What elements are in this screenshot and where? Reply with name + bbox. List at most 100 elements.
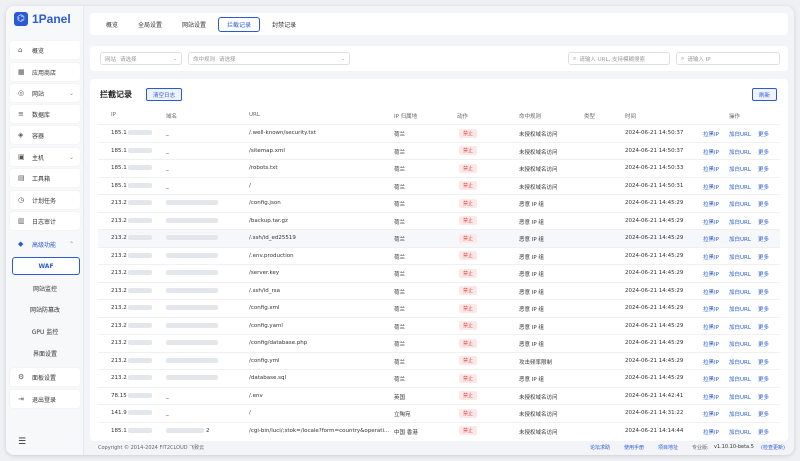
ban-ip-link[interactable]: 拉黑IP — [703, 200, 719, 208]
logo[interactable]: ⌬ 1Panel — [6, 6, 83, 32]
ban-ip-link[interactable]: 拉黑IP — [703, 393, 719, 401]
ban-ip-link[interactable]: 拉黑IP — [703, 288, 719, 296]
more-link[interactable]: 更多 — [758, 410, 769, 418]
sidebar-item-logout[interactable]: ⇥ 退出登录 — [10, 390, 80, 408]
tab-overview[interactable]: 概览 — [98, 17, 126, 32]
sidebar-item-host[interactable]: ▣ 主机 ⌄ — [10, 148, 80, 166]
sidebar-item-container[interactable]: ◈ 容器 — [10, 126, 80, 144]
whitelist-url-link[interactable]: 加白URL — [729, 340, 751, 348]
sidebar-subitem[interactable]: GPU 监控 — [10, 322, 80, 340]
project-link[interactable]: 项目地址 — [658, 444, 678, 451]
ban-ip-link[interactable]: 拉黑IP — [703, 410, 719, 418]
more-link[interactable]: 更多 — [758, 165, 769, 173]
sidebar-subitem[interactable]: 界面设置 — [10, 344, 80, 362]
site-select[interactable]: 网站 请选择 ⌄ — [100, 52, 182, 65]
sidebar-item-globe[interactable]: ◎ 网站 ⌄ — [10, 84, 80, 102]
forum-link[interactable]: 论坛求助 — [590, 444, 610, 451]
manual-link[interactable]: 使用手册 — [624, 444, 644, 451]
ban-ip-link[interactable]: 拉黑IP — [703, 253, 719, 261]
sidebar-item-settings[interactable]: ⚙ 面板设置 — [10, 368, 80, 386]
cell-rule: 未授权域名访问 — [519, 149, 558, 156]
whitelist-url-link[interactable]: 加白URL — [729, 358, 751, 366]
sidebar-subitem[interactable]: WAF — [12, 257, 80, 275]
whitelist-url-link[interactable]: 加白URL — [729, 375, 751, 383]
more-link[interactable]: 更多 — [758, 323, 769, 331]
chevron-icon: ⌄ — [68, 153, 74, 161]
more-link[interactable]: 更多 — [758, 340, 769, 348]
more-link[interactable]: 更多 — [758, 288, 769, 296]
ban-ip-link[interactable]: 拉黑IP — [703, 183, 719, 191]
table-row: 185.1 _ /.well-known/security.txt 荷兰 禁止 未授权域名… — [98, 124, 780, 142]
sidebar-item-log[interactable]: ▥ 日志审计 — [10, 212, 80, 230]
cell-rule: 恶意 IP 组 — [519, 324, 544, 331]
ban-ip-link[interactable]: 拉黑IP — [703, 305, 719, 313]
clear-log-button[interactable]: 清空日志 — [146, 88, 183, 101]
whitelist-url-link[interactable]: 加白URL — [729, 165, 751, 173]
sidebar-subitem[interactable]: 网站监控 — [10, 279, 80, 297]
version-text: v1.10.10-beta.5 — [714, 444, 754, 450]
chevron-down-icon: ⌄ — [172, 55, 177, 62]
whitelist-url-link[interactable]: 加白URL — [729, 288, 751, 296]
more-link[interactable]: 更多 — [758, 183, 769, 191]
more-link[interactable]: 更多 — [758, 218, 769, 226]
sidebar-item-home[interactable]: ⌂ 概览 — [10, 41, 80, 59]
more-link[interactable]: 更多 — [758, 358, 769, 366]
more-link[interactable]: 更多 — [758, 148, 769, 156]
ban-ip-link[interactable]: 拉黑IP — [703, 375, 719, 383]
whitelist-url-link[interactable]: 加白URL — [729, 130, 751, 138]
more-link[interactable]: 更多 — [758, 393, 769, 401]
col-ip: IP — [111, 112, 116, 118]
more-link[interactable]: 更多 — [758, 200, 769, 208]
whitelist-url-link[interactable]: 加白URL — [729, 218, 751, 226]
sidebar-item-schedule[interactable]: ◷ 计划任务 — [10, 191, 80, 209]
more-link[interactable]: 更多 — [758, 235, 769, 243]
more-link[interactable]: 更多 — [758, 130, 769, 138]
ban-ip-link[interactable]: 拉黑IP — [703, 428, 719, 436]
more-link[interactable]: 更多 — [758, 375, 769, 383]
ban-ip-link[interactable]: 拉黑IP — [703, 358, 719, 366]
whitelist-url-link[interactable]: 加白URL — [729, 270, 751, 278]
ban-ip-link[interactable]: 拉黑IP — [703, 148, 719, 156]
more-link[interactable]: 更多 — [758, 253, 769, 261]
sidebar-subitem[interactable]: 网站防篡改 — [10, 300, 80, 318]
whitelist-url-link[interactable]: 加白URL — [729, 200, 751, 208]
whitelist-url-link[interactable]: 加白URL — [729, 183, 751, 191]
check-update-link[interactable]: (检查更新) — [761, 444, 785, 451]
whitelist-url-link[interactable]: 加白URL — [729, 323, 751, 331]
cell-action-badge: 禁止 — [459, 251, 478, 260]
more-link[interactable]: 更多 — [758, 428, 769, 436]
ban-ip-link[interactable]: 拉黑IP — [703, 218, 719, 226]
tab-ban-log[interactable]: 封禁记录 — [264, 17, 304, 32]
ip-search-input[interactable]: ⌕ 请输入 IP — [676, 52, 780, 65]
url-search-input[interactable]: ⌕ 请输入 URL, 支持模糊搜索 — [568, 52, 670, 65]
ban-ip-link[interactable]: 拉黑IP — [703, 165, 719, 173]
sidebar-item-diamond[interactable]: ◆ 高级功能 ⌃ — [10, 235, 80, 253]
whitelist-url-link[interactable]: 加白URL — [729, 148, 751, 156]
cell-action-badge: 禁止 — [459, 181, 478, 190]
tab-global-settings[interactable]: 全局设置 — [130, 17, 170, 32]
sidebar-item-toolbox[interactable]: ▤ 工具箱 — [10, 169, 80, 187]
sidebar-item-store[interactable]: ▦ 应用商店 — [10, 63, 80, 81]
ban-ip-link[interactable]: 拉黑IP — [703, 340, 719, 348]
whitelist-url-link[interactable]: 加白URL — [729, 235, 751, 243]
ban-ip-link[interactable]: 拉黑IP — [703, 270, 719, 278]
ban-ip-link[interactable]: 拉黑IP — [703, 323, 719, 331]
cell-url: /.well-known/security.txt — [249, 130, 316, 136]
whitelist-url-link[interactable]: 加白URL — [729, 253, 751, 261]
tab-site-settings[interactable]: 网站设置 — [174, 17, 214, 32]
refresh-button[interactable]: 刷新 — [752, 88, 778, 101]
tab-intercept-log[interactable]: 拦截记录 — [218, 16, 261, 32]
ban-ip-link[interactable]: 拉黑IP — [703, 130, 719, 138]
whitelist-url-link[interactable]: 加白URL — [729, 410, 751, 418]
table-header: IP 域名 URL IP 归属地 动作 命中规则 类型 时间 操作 — [98, 112, 780, 124]
more-link[interactable]: 更多 — [758, 270, 769, 278]
sidebar-item-database[interactable]: ≡ 数据库 — [10, 105, 80, 123]
collapse-menu-icon[interactable]: ☰ — [18, 437, 26, 447]
cell-domain: _ — [166, 410, 169, 416]
ban-ip-link[interactable]: 拉黑IP — [703, 235, 719, 243]
more-link[interactable]: 更多 — [758, 305, 769, 313]
whitelist-url-link[interactable]: 加白URL — [729, 428, 751, 436]
whitelist-url-link[interactable]: 加白URL — [729, 305, 751, 313]
whitelist-url-link[interactable]: 加白URL — [729, 393, 751, 401]
rule-select[interactable]: 命中规则 请选择 ⌄ — [188, 52, 350, 65]
